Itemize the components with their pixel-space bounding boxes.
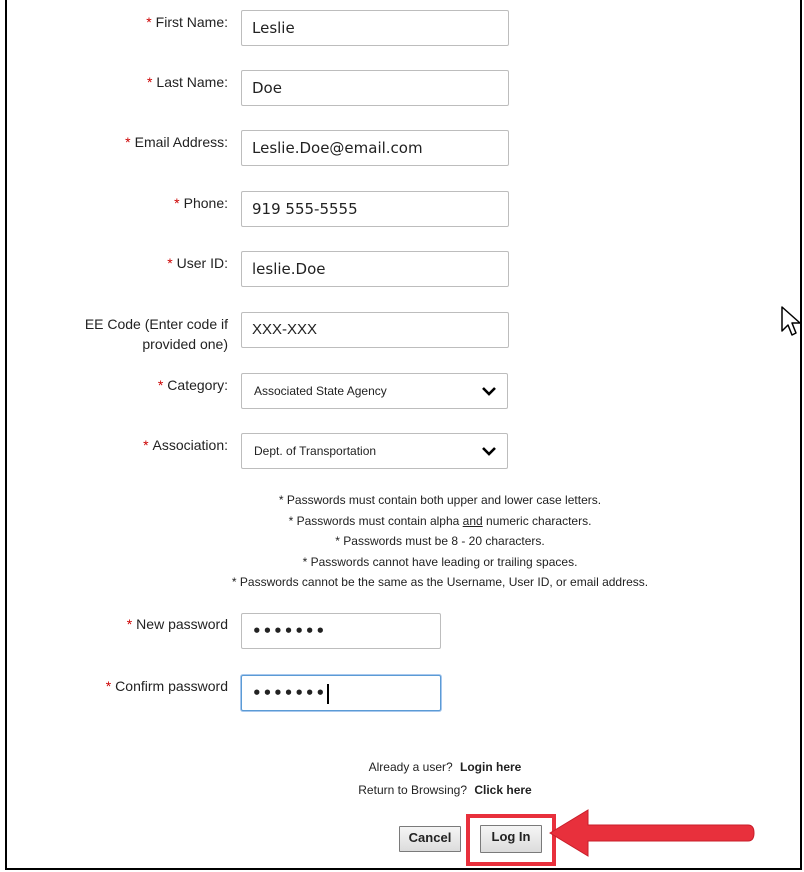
new-password-label: * New password (126, 616, 228, 632)
confirm-password-input[interactable]: ••••••• (241, 675, 441, 711)
email-label: * Email Address: (125, 134, 228, 150)
ee-code-label: EE Code (Enter code if provided one) (84, 316, 228, 352)
required-marker: * (174, 195, 180, 211)
required-marker: * (157, 377, 164, 393)
new-password-input[interactable]: ••••••• (241, 613, 441, 649)
first-name-label: * First Name: (146, 14, 228, 30)
login-button[interactable]: Log In (480, 825, 542, 853)
chevron-down-icon (482, 387, 496, 396)
category-label: * Category: (157, 377, 228, 393)
first-name-input[interactable]: Leslie (241, 10, 509, 46)
association-label: * Association: (143, 437, 228, 453)
last-name-input[interactable]: Doe (241, 70, 509, 106)
user-id-label: * User ID: (167, 255, 228, 271)
account-links: Already a user? Login here Return to Bro… (300, 756, 590, 802)
text-caret (327, 683, 329, 704)
confirm-password-value: ••••••• (252, 684, 327, 702)
user-id-input[interactable]: leslie.Doe (241, 251, 509, 287)
phone-input[interactable]: 919 555-5555 (241, 191, 509, 227)
password-rule: * Passwords must be 8 - 20 characters. (335, 534, 545, 548)
association-select[interactable]: Dept. of Transportation (241, 433, 508, 469)
required-marker: * (146, 14, 152, 30)
category-selected-value: Associated State Agency (254, 384, 387, 398)
required-marker: * (105, 678, 112, 694)
category-select[interactable]: Associated State Agency (241, 373, 508, 409)
password-rule: * Passwords cannot have leading or trail… (302, 554, 578, 569)
required-marker: * (125, 134, 131, 150)
required-marker: * (146, 74, 153, 90)
last-name-label: * Last Name: (146, 74, 228, 90)
click-here-link[interactable]: Click here (474, 783, 531, 797)
password-rules: * Passwords must contain both upper and … (160, 490, 720, 593)
password-rule: * Passwords cannot be the same as the Us… (231, 575, 649, 589)
phone-label: * Phone: (174, 195, 228, 211)
cancel-button[interactable]: Cancel (399, 826, 461, 852)
required-marker: * (167, 255, 173, 271)
already-user-row: Already a user? Login here (368, 760, 522, 774)
required-marker: * (126, 616, 133, 632)
login-here-link[interactable]: Login here (460, 760, 521, 774)
confirm-password-label: * Confirm password (105, 678, 228, 694)
password-rule: * Passwords must contain both upper and … (278, 493, 602, 507)
chevron-down-icon (482, 447, 496, 456)
email-input[interactable]: Leslie.Doe@email.com (241, 130, 509, 166)
return-browsing-row: Return to Browsing? Click here (358, 783, 532, 797)
ee-code-input[interactable]: XXX-XXX (241, 312, 509, 348)
mouse-cursor-icon (781, 306, 801, 336)
association-selected-value: Dept. of Transportation (254, 444, 377, 458)
password-rule: * Passwords must contain alpha and numer… (288, 513, 592, 528)
required-marker: * (143, 437, 149, 453)
annotation-arrow-icon (549, 809, 755, 857)
